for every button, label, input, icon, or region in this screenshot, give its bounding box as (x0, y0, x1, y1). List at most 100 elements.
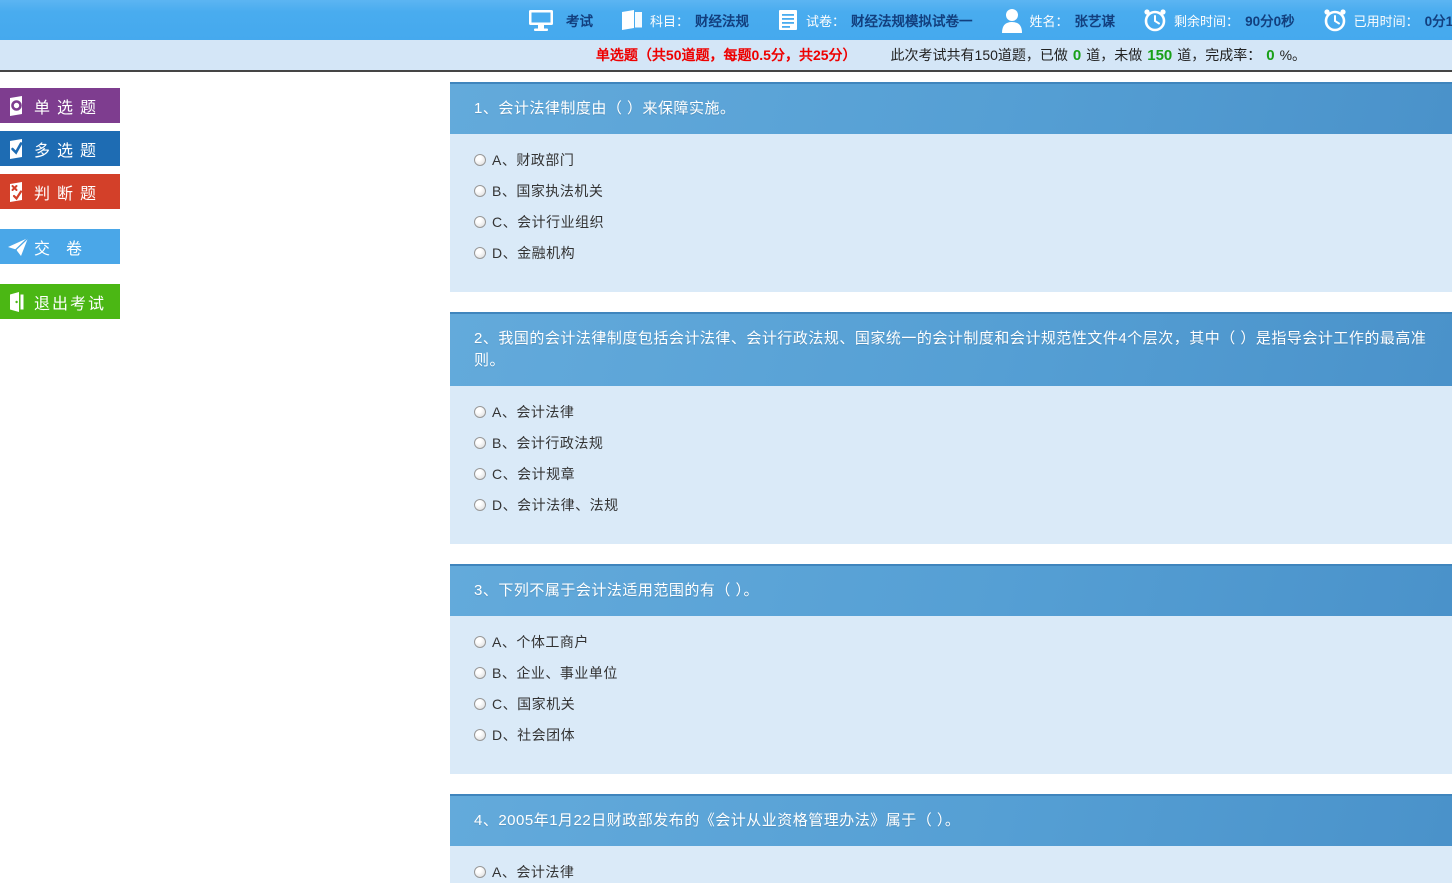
option-radio[interactable] (474, 866, 486, 878)
topbar-label: 试卷： (806, 11, 845, 30)
progress-tail: %。 (1280, 45, 1306, 65)
topbar-label: 剩余时间： (1174, 11, 1239, 30)
sidebar-item-label: 交卷 (34, 235, 98, 259)
topbar-label: 姓名： (1030, 11, 1069, 30)
subheader: 单选题（共50道题，每题0.5分，共25分） 此次考试共有150道题，已做 0 … (0, 40, 1452, 72)
sidebar-item-judge[interactable]: 判断题 (0, 174, 120, 209)
question-options: A、会计法律 B、会计规章 (450, 846, 1452, 883)
option-radio[interactable] (474, 154, 486, 166)
option-row[interactable]: A、会计法律 (474, 856, 1428, 883)
option-radio[interactable] (474, 468, 486, 480)
topbar-value: 考试 (566, 10, 593, 30)
option-label[interactable]: C、会计规章 (492, 464, 575, 484)
document-icon (776, 8, 800, 32)
option-row[interactable]: B、国家执法机关 (474, 175, 1428, 206)
progress-mid: 道，未做 (1086, 45, 1142, 65)
multi-choice-icon (7, 138, 29, 160)
option-row[interactable]: D、金融机构 (474, 237, 1428, 268)
sidebar-item-label: 退出考试 (34, 290, 106, 314)
option-label[interactable]: D、会计法律、法规 (492, 495, 619, 515)
question-title: 4、2005年1月22日财政部发布的《会计从业资格管理办法》属于（ ）。 (450, 794, 1452, 846)
alarm-clock-icon (1142, 7, 1168, 33)
option-radio[interactable] (474, 499, 486, 511)
sidebar-item-multi-choice[interactable]: 多选题 (0, 131, 120, 166)
topbar-elapsed-time: 已用时间： 0分1秒 (1322, 7, 1452, 33)
option-label[interactable]: D、金融机构 (492, 243, 575, 263)
option-label[interactable]: D、社会团体 (492, 725, 575, 745)
option-radio[interactable] (474, 216, 486, 228)
question-block-2: 2、我国的会计法律制度包括会计法律、会计行政法规、国家统一的会计制度和会计规范性… (450, 312, 1452, 544)
option-row[interactable]: C、会计规章 (474, 458, 1428, 489)
sidebar-item-label: 判断题 (34, 180, 103, 204)
topbar-paper: 试卷： 财经法规模拟试卷一 (776, 8, 973, 32)
option-radio[interactable] (474, 698, 486, 710)
option-radio[interactable] (474, 247, 486, 259)
topbar-subject: 科目： 财经法规 (620, 8, 749, 32)
done-count: 0 (1073, 47, 1081, 64)
option-label[interactable]: B、会计行政法规 (492, 433, 603, 453)
exit-door-icon (7, 291, 29, 313)
option-row[interactable]: A、会计法律 (474, 396, 1428, 427)
question-block-4: 4、2005年1月22日财政部发布的《会计从业资格管理办法》属于（ ）。 A、会… (450, 794, 1452, 883)
progress-prefix: 此次考试共有150道题，已做 (891, 45, 1068, 65)
option-row[interactable]: B、企业、事业单位 (474, 657, 1428, 688)
sidebar-item-label: 单选题 (34, 94, 103, 118)
topbar-name: 姓名： 张艺谋 (1000, 7, 1116, 33)
topbar-value: 0分1秒 (1425, 10, 1452, 30)
option-row[interactable]: A、个体工商户 (474, 626, 1428, 657)
topbar-value: 财经法规 (695, 10, 749, 30)
question-options: A、财政部门 B、国家执法机关 C、会计行业组织 D、金融机构 (450, 134, 1452, 292)
option-label[interactable]: A、会计法律 (492, 402, 574, 422)
option-row[interactable]: A、财政部门 (474, 144, 1428, 175)
question-options: A、个体工商户 B、企业、事业单位 C、国家机关 D、社会团体 (450, 616, 1452, 774)
option-radio[interactable] (474, 667, 486, 679)
judge-icon (7, 181, 29, 203)
topbar-value: 张艺谋 (1075, 10, 1116, 30)
topbar-value: 财经法规模拟试卷一 (851, 10, 973, 30)
option-label[interactable]: C、会计行业组织 (492, 212, 604, 232)
completion-rate: 0 (1266, 47, 1274, 64)
option-label[interactable]: A、财政部门 (492, 150, 574, 170)
progress-summary: 此次考试共有150道题，已做 0 道，未做 150 道，完成率： 0 %。 (891, 45, 1307, 65)
exit-exam-button[interactable]: 退出考试 (0, 284, 120, 319)
topbar-label: 已用时间： (1354, 11, 1419, 30)
progress-suffix: 道，完成率： (1177, 45, 1261, 65)
option-row[interactable]: D、会计法律、法规 (474, 489, 1428, 520)
sidebar-item-single-choice[interactable]: 单选题 (0, 88, 120, 123)
person-icon (1000, 7, 1024, 33)
undone-count: 150 (1147, 47, 1172, 64)
single-choice-icon (7, 95, 29, 117)
question-title: 3、下列不属于会计法适用范围的有（ ）。 (450, 564, 1452, 616)
question-title: 1、会计法律制度由（ ）来保障实施。 (450, 82, 1452, 134)
option-label[interactable]: C、国家机关 (492, 694, 575, 714)
option-label[interactable]: A、个体工商户 (492, 632, 589, 652)
option-radio[interactable] (474, 729, 486, 741)
option-row[interactable]: B、会计行政法规 (474, 427, 1428, 458)
section-info: 单选题（共50道题，每题0.5分，共25分） (596, 45, 857, 65)
option-label[interactable]: A、会计法律 (492, 862, 574, 882)
topbar-exam-title: 考试 (528, 8, 593, 32)
option-radio[interactable] (474, 406, 486, 418)
question-block-3: 3、下列不属于会计法适用范围的有（ ）。 A、个体工商户 B、企业、事业单位 C… (450, 564, 1452, 774)
option-row[interactable]: C、国家机关 (474, 688, 1428, 719)
question-options: A、会计法律 B、会计行政法规 C、会计规章 D、会计法律、法规 (450, 386, 1452, 544)
option-row[interactable]: C、会计行业组织 (474, 206, 1428, 237)
topbar-label: 科目： (650, 11, 689, 30)
exam-page: 考试 科目： 财经法规 试卷： 财经法规模拟试卷一 姓名： 张艺谋 (0, 0, 1452, 883)
question-list: 1、会计法律制度由（ ）来保障实施。 A、财政部门 B、国家执法机关 C、会计行… (450, 82, 1452, 883)
option-radio[interactable] (474, 185, 486, 197)
paper-plane-icon (7, 236, 29, 258)
topbar: 考试 科目： 财经法规 试卷： 财经法规模拟试卷一 姓名： 张艺谋 (0, 0, 1452, 40)
sidebar: 单选题 多选题 判断题 交卷 退出考试 (0, 88, 120, 327)
option-label[interactable]: B、企业、事业单位 (492, 663, 618, 683)
monitor-icon (528, 8, 554, 32)
option-row[interactable]: D、社会团体 (474, 719, 1428, 750)
topbar-value: 90分0秒 (1245, 10, 1295, 30)
option-label[interactable]: B、国家执法机关 (492, 181, 603, 201)
option-radio[interactable] (474, 636, 486, 648)
submit-paper-button[interactable]: 交卷 (0, 229, 120, 264)
alarm-clock-icon (1322, 7, 1348, 33)
topbar-remaining-time: 剩余时间： 90分0秒 (1142, 7, 1295, 33)
option-radio[interactable] (474, 437, 486, 449)
question-title: 2、我国的会计法律制度包括会计法律、会计行政法规、国家统一的会计制度和会计规范性… (450, 312, 1452, 386)
